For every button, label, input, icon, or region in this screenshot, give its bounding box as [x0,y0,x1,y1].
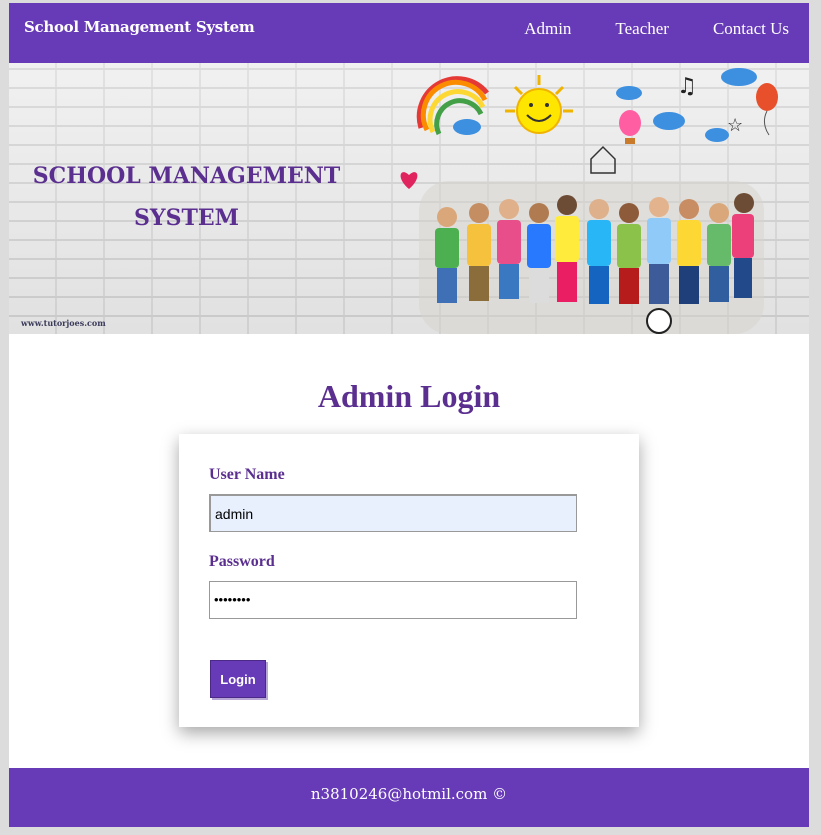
banner-title-line2: SYSTEM [134,205,239,231]
sun-icon [505,75,573,134]
cloud-icons [453,68,757,142]
balloon-icon [756,83,778,136]
footer: n3810246@hotmil.com © [9,768,809,827]
hero-banner: ♫ ☆ SCHOOL MANAGEMENT SYSTEM www.tutorjo… [9,63,809,334]
heart-icon [400,172,418,189]
nav-menu: Admin Teacher Contact Us [480,19,789,39]
username-label: User Name [209,466,285,483]
nav-admin-link[interactable]: Admin [524,19,571,39]
login-form-card: User Name admin Password •••••••• Login [179,434,639,727]
top-navbar: School Management System Admin Teacher C… [9,3,809,63]
hot-air-balloon-icon [619,110,641,144]
nav-teacher-link[interactable]: Teacher [615,19,669,39]
brand-title[interactable]: School Management System [24,18,255,36]
page-container: School Management System Admin Teacher C… [9,3,809,827]
login-button[interactable]: Login [210,660,266,698]
nav-contact-link[interactable]: Contact Us [713,19,789,39]
house-icon [590,145,616,174]
username-input[interactable]: admin [209,494,577,532]
soccer-ball-icon [646,308,672,334]
password-label: Password [209,553,275,570]
banner-title: SCHOOL MANAGEMENT SYSTEM [9,155,364,239]
page-title: Admin Login [317,378,501,414]
music-note-icon: ♫ [677,74,697,99]
banner-url: www.tutorjoes.com [21,318,106,328]
children-group-photo [419,181,764,334]
star-icon: ☆ [727,115,743,136]
password-input[interactable]: •••••••• [209,581,577,619]
footer-text: n3810246@hotmil.com © [310,785,508,803]
banner-title-line1: SCHOOL MANAGEMENT [32,163,341,189]
